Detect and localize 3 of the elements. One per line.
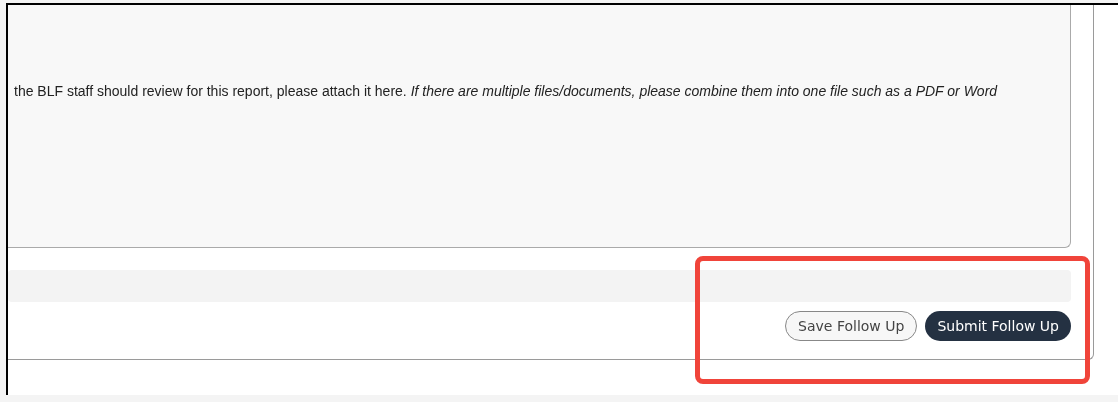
submit-button[interactable]: Submit Follow Up [925,311,1071,341]
instruction-text: the BLF staff should review for this report, please attach it here. If there are multiple files/documents, please combine them into one file such as a PDF or Word [14,82,999,101]
save-button[interactable]: Save Follow Up [785,311,918,341]
